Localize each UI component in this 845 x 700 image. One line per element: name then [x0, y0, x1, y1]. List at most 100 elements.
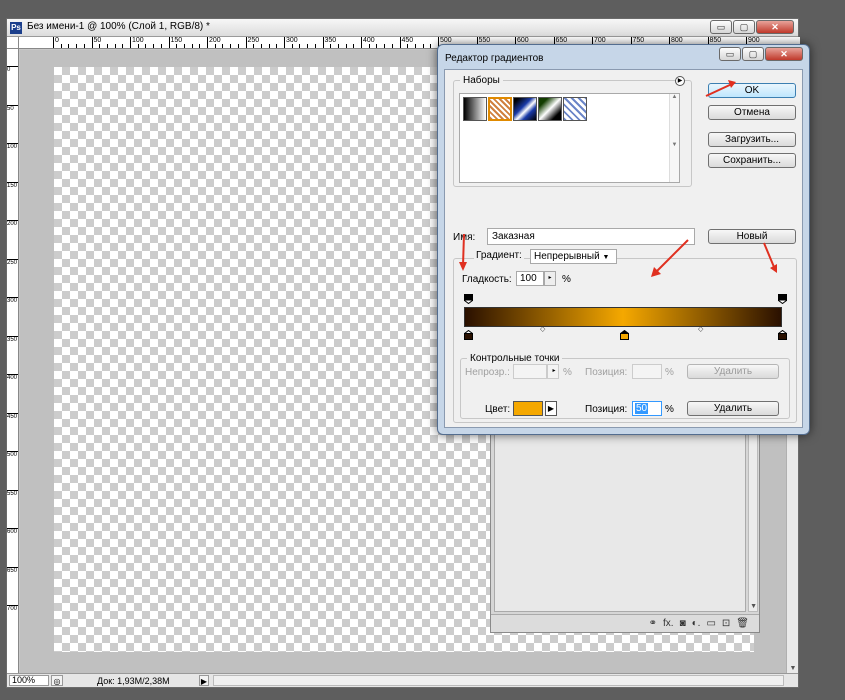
preset-swatch-green[interactable] [538, 97, 562, 121]
midpoint-diamond-icon[interactable]: ◇ [540, 325, 545, 333]
gradient-group: Градиент: Непрерывный ▼ Гладкость: 100 ▸… [453, 249, 797, 423]
gradient-type-select[interactable]: Непрерывный ▼ [530, 249, 617, 264]
ruler-left-tick: 100 [7, 143, 18, 150]
minimize-button[interactable]: ▭ [710, 20, 732, 34]
delete-color-button[interactable]: Удалить [687, 401, 779, 416]
ruler-top-minor-tick [299, 44, 301, 48]
ruler-top-minor-tick [160, 44, 162, 48]
ruler-top-minor-tick [214, 44, 216, 48]
ruler-top-minor-tick [76, 44, 78, 48]
preset-swatch-blue[interactable] [513, 97, 537, 121]
ruler-left-tick: 650 [7, 566, 18, 574]
ruler-left-tick: 250 [7, 258, 18, 266]
dialog-minimize-button[interactable]: ▭ [719, 47, 741, 61]
preset-swatch-transparent-stripes[interactable] [563, 97, 587, 121]
close-button[interactable]: ✕ [756, 20, 794, 34]
save-button[interactable]: Сохранить... [708, 153, 796, 168]
preset-swatch-transparent-orange[interactable] [488, 97, 512, 121]
ruler-left-tick: 550 [7, 489, 18, 497]
ruler-top-minor-tick [430, 44, 432, 48]
cancel-button[interactable]: Отмена [708, 105, 796, 120]
ruler-top-minor-tick [122, 44, 124, 48]
delete-opacity-button: Удалить [687, 364, 779, 379]
ruler-corner[interactable] [7, 37, 19, 49]
opacity-stop-left[interactable] [464, 294, 473, 304]
maximize-button[interactable]: ▢ [733, 20, 755, 34]
ruler-top-minor-tick [183, 44, 185, 48]
proof-icon[interactable]: ◎ [51, 675, 63, 686]
status-menu-arrow-icon[interactable]: ▶ [199, 675, 209, 686]
ruler-top-minor-tick [268, 44, 270, 48]
trash-icon[interactable]: 🗑 [736, 618, 749, 629]
name-label: Имя: [453, 232, 476, 243]
position-input-2[interactable]: 50 [632, 401, 662, 416]
ruler-left[interactable]: 0 50 100 150 200 250 300 350 400 450 500 550 600 650 7… [7, 49, 19, 675]
name-input[interactable]: Заказная [487, 228, 695, 245]
ruler-top-minor-tick [345, 44, 347, 48]
layers-scrollbar[interactable] [748, 419, 758, 612]
ruler-top-minor-tick [60, 44, 62, 48]
ruler-top-minor-tick [407, 44, 409, 48]
load-button[interactable]: Загрузить... [708, 132, 796, 147]
color-stop-middle[interactable] [620, 330, 629, 340]
ruler-top-minor-tick [114, 44, 116, 48]
ruler-left-tick: 350 [7, 335, 18, 343]
midpoint-diamond-icon[interactable]: ◇ [698, 325, 703, 333]
layers-panel: ▼ ⚭ fx. ◙ ◐. ▭ ⊡ 🗑 [490, 415, 760, 633]
ruler-top-minor-tick [237, 44, 239, 48]
smoothness-unit: % [562, 274, 571, 285]
ruler-top-minor-tick [176, 44, 178, 48]
smoothness-label: Гладкость: [462, 274, 512, 285]
ruler-left-tick: 0 [7, 66, 18, 73]
layers-list[interactable] [494, 419, 746, 612]
ruler-top-minor-tick [337, 44, 339, 48]
smoothness-input[interactable]: 100 [516, 271, 544, 286]
ruler-top-minor-tick [230, 44, 232, 48]
presets-list[interactable]: ▲ ▼ [459, 93, 680, 183]
control-points-label: Контрольные точки [470, 353, 560, 364]
ruler-left-tick: 50 [7, 104, 18, 112]
mask-icon[interactable]: ◙ [680, 618, 686, 629]
ruler-top-minor-tick [199, 44, 201, 48]
color-stop-left[interactable] [464, 330, 473, 340]
gradient-preview-bar[interactable] [464, 307, 782, 327]
zoom-field[interactable]: 100% [9, 675, 49, 686]
position-label-1: Позиция: [585, 367, 628, 378]
document-titlebar[interactable]: Ps Без имени-1 @ 100% (Слой 1, RGB/8) * … [7, 19, 798, 37]
opacity-label: Непрозр.: [465, 367, 510, 378]
ruler-top-minor-tick [253, 44, 255, 48]
presets-menu-icon[interactable]: ▶ [675, 76, 685, 86]
control-points-group: Контрольные точки Непрозр.: ▸ % Позиция:… [460, 353, 790, 419]
ruler-left-tick: 450 [7, 412, 18, 420]
dialog-close-button[interactable]: ✕ [765, 47, 803, 61]
dialog-title: Редактор градиентов [445, 53, 544, 64]
color-swatch[interactable] [513, 401, 543, 416]
fx-icon[interactable]: fx. [663, 618, 674, 629]
new-button[interactable]: Новый [708, 229, 796, 244]
link-icon[interactable]: ⚭ [649, 618, 657, 629]
dialog-maximize-button[interactable]: ▢ [742, 47, 764, 61]
ruler-left-tick: 150 [7, 181, 18, 189]
ruler-top-minor-tick [153, 44, 155, 48]
ruler-left-tick: 700 [7, 605, 18, 612]
scroll-down-icon[interactable]: ▼ [750, 603, 757, 610]
dialog-titlebar[interactable]: Редактор градиентов ▭ ▢ ✕ [438, 45, 809, 69]
smoothness-dropdown-icon[interactable]: ▸ [544, 271, 556, 286]
opacity-dropdown-icon: ▸ [547, 364, 559, 379]
position-value-2: 50 [635, 403, 649, 414]
presets-scrollbar[interactable]: ▲ ▼ [669, 94, 679, 182]
ok-button[interactable]: OK [708, 83, 796, 98]
ruler-left-tick: 500 [7, 451, 18, 458]
opacity-stop-right[interactable] [778, 294, 787, 304]
horizontal-scrollbar[interactable] [213, 675, 784, 686]
position-unit-1: % [665, 367, 674, 378]
color-menu-arrow-icon[interactable]: ▶ [545, 401, 557, 416]
color-stop-right[interactable] [778, 330, 787, 340]
presets-label: Наборы [463, 75, 500, 86]
ruler-top-minor-tick [99, 44, 101, 48]
preset-swatch-black-white[interactable] [463, 97, 487, 121]
adjustment-icon[interactable]: ◐. [692, 618, 701, 629]
presets-group: Наборы ▶ ▲ ▼ [453, 75, 692, 187]
group-icon[interactable]: ▭ [706, 618, 715, 629]
new-layer-icon[interactable]: ⊡ [722, 618, 730, 629]
